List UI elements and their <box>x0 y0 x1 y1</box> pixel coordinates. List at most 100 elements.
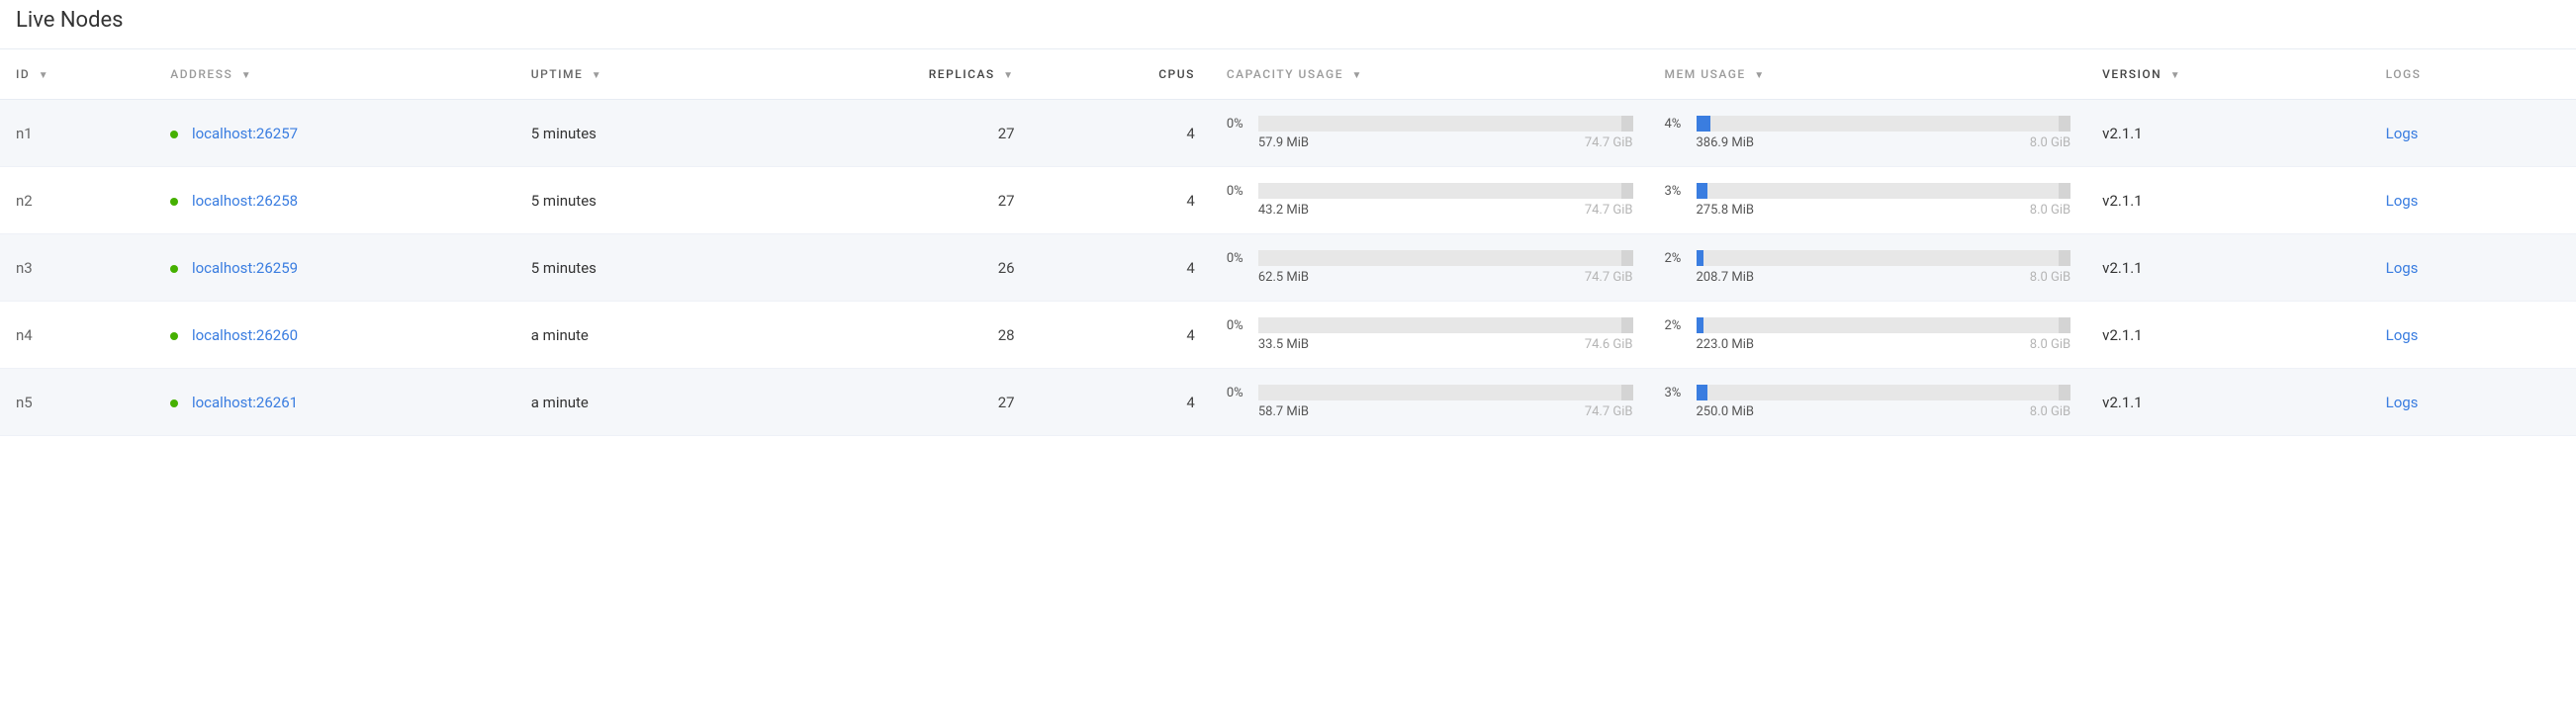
col-header-uptime[interactable]: UPTIME ▼ <box>515 49 773 100</box>
cell-version: v2.1.1 <box>2086 234 2369 302</box>
status-dot-icon <box>170 399 178 407</box>
cell-address: localhost:26257 <box>154 100 515 167</box>
cell-version: v2.1.1 <box>2086 369 2369 436</box>
col-header-replicas[interactable]: REPLICAS ▼ <box>773 49 1030 100</box>
cell-version: v2.1.1 <box>2086 302 2369 369</box>
col-header-logs-label: LOGS <box>2386 67 2422 81</box>
cell-uptime: 5 minutes <box>515 234 773 302</box>
capacity-pct: 0% <box>1227 184 1258 199</box>
cell-replicas: 27 <box>773 100 1030 167</box>
mem-total: 8.0 GiB <box>2030 404 2070 419</box>
table-row: n4 localhost:26260 a minute 28 4 0% 33.5… <box>0 302 2576 369</box>
cell-cpus: 4 <box>1031 369 1211 436</box>
mem-bar-fill <box>1697 317 1703 333</box>
mem-bar-fill <box>1697 250 1703 266</box>
address-link[interactable]: localhost:26261 <box>192 394 298 411</box>
capacity-pct: 0% <box>1227 318 1258 333</box>
cell-id: n2 <box>0 167 154 234</box>
col-header-id[interactable]: ID ▼ <box>0 49 154 100</box>
table-row: n2 localhost:26258 5 minutes 27 4 0% 43.… <box>0 167 2576 234</box>
cell-logs: Logs <box>2370 369 2576 436</box>
mem-bar-track <box>1697 183 2071 199</box>
cell-address: localhost:26261 <box>154 369 515 436</box>
cell-logs: Logs <box>2370 234 2576 302</box>
mem-total: 8.0 GiB <box>2030 135 2070 150</box>
mem-bar-fill <box>1697 116 1711 132</box>
cell-mem: 3% 275.8 MiB 8.0 GiB <box>1649 167 2087 234</box>
sort-arrow-icon: ▼ <box>2170 70 2181 81</box>
mem-bar-track <box>1697 116 2071 132</box>
cell-capacity: 0% 58.7 MiB 74.7 GiB <box>1211 369 1649 436</box>
mem-bar: 3% 275.8 MiB 8.0 GiB <box>1665 183 2071 218</box>
page-title: Live Nodes <box>0 0 2576 48</box>
table-header-row: ID ▼ ADDRESS ▼ UPTIME ▼ REPLICAS ▼ CPUS … <box>0 49 2576 100</box>
cell-mem: 2% 223.0 MiB 8.0 GiB <box>1649 302 2087 369</box>
logs-link[interactable]: Logs <box>2386 192 2419 210</box>
mem-used: 386.9 MiB <box>1697 135 1755 150</box>
cell-version: v2.1.1 <box>2086 100 2369 167</box>
col-header-version[interactable]: VERSION ▼ <box>2086 49 2369 100</box>
sort-arrow-icon: ▼ <box>241 70 252 81</box>
logs-link[interactable]: Logs <box>2386 125 2419 142</box>
address-link[interactable]: localhost:26259 <box>192 259 298 277</box>
table-row: n3 localhost:26259 5 minutes 26 4 0% 62.… <box>0 234 2576 302</box>
cell-address: localhost:26260 <box>154 302 515 369</box>
col-header-replicas-label: REPLICAS <box>929 67 995 81</box>
mem-used: 208.7 MiB <box>1697 270 1755 285</box>
col-header-address-label: ADDRESS <box>170 67 232 81</box>
capacity-bar: 0% 62.5 MiB 74.7 GiB <box>1227 250 1633 285</box>
mem-bar-track <box>1697 250 2071 266</box>
mem-bar: 2% 208.7 MiB 8.0 GiB <box>1665 250 2071 285</box>
mem-bar-track <box>1697 317 2071 333</box>
address-link[interactable]: localhost:26258 <box>192 192 298 210</box>
mem-bar-track <box>1697 385 2071 400</box>
col-header-cpus-label: CPUS <box>1158 67 1195 81</box>
sort-arrow-icon: ▼ <box>39 70 49 81</box>
cell-address: localhost:26259 <box>154 234 515 302</box>
capacity-pct: 0% <box>1227 251 1258 266</box>
logs-link[interactable]: Logs <box>2386 394 2419 411</box>
cell-capacity: 0% 57.9 MiB 74.7 GiB <box>1211 100 1649 167</box>
cell-logs: Logs <box>2370 302 2576 369</box>
cell-mem: 4% 386.9 MiB 8.0 GiB <box>1649 100 2087 167</box>
capacity-used: 43.2 MiB <box>1258 203 1309 218</box>
capacity-bar-track <box>1258 385 1633 400</box>
mem-bar: 2% 223.0 MiB 8.0 GiB <box>1665 317 2071 352</box>
col-header-id-label: ID <box>16 67 30 81</box>
address-link[interactable]: localhost:26257 <box>192 125 298 142</box>
capacity-bar-track <box>1258 317 1633 333</box>
col-header-address[interactable]: ADDRESS ▼ <box>154 49 515 100</box>
cell-capacity: 0% 62.5 MiB 74.7 GiB <box>1211 234 1649 302</box>
capacity-used: 62.5 MiB <box>1258 270 1309 285</box>
cell-cpus: 4 <box>1031 167 1211 234</box>
capacity-total: 74.7 GiB <box>1585 404 1633 419</box>
address-link[interactable]: localhost:26260 <box>192 326 298 344</box>
col-header-mem[interactable]: MEM USAGE ▼ <box>1649 49 2087 100</box>
col-header-capacity[interactable]: CAPACITY USAGE ▼ <box>1211 49 1649 100</box>
cell-id: n5 <box>0 369 154 436</box>
cell-address: localhost:26258 <box>154 167 515 234</box>
mem-pct: 2% <box>1665 251 1697 266</box>
cell-replicas: 27 <box>773 167 1030 234</box>
mem-pct: 3% <box>1665 386 1697 400</box>
capacity-bar: 0% 33.5 MiB 74.6 GiB <box>1227 317 1633 352</box>
cell-id: n3 <box>0 234 154 302</box>
table-row: n1 localhost:26257 5 minutes 27 4 0% 57.… <box>0 100 2576 167</box>
capacity-used: 57.9 MiB <box>1258 135 1309 150</box>
col-header-cpus[interactable]: CPUS <box>1031 49 1211 100</box>
mem-pct: 3% <box>1665 184 1697 199</box>
capacity-total: 74.6 GiB <box>1585 337 1633 352</box>
cell-capacity: 0% 33.5 MiB 74.6 GiB <box>1211 302 1649 369</box>
mem-total: 8.0 GiB <box>2030 270 2070 285</box>
mem-used: 275.8 MiB <box>1697 203 1755 218</box>
mem-pct: 4% <box>1665 117 1697 132</box>
logs-link[interactable]: Logs <box>2386 259 2419 277</box>
cell-uptime: a minute <box>515 369 773 436</box>
cell-replicas: 28 <box>773 302 1030 369</box>
cell-logs: Logs <box>2370 167 2576 234</box>
mem-pct: 2% <box>1665 318 1697 333</box>
mem-total: 8.0 GiB <box>2030 203 2070 218</box>
cell-capacity: 0% 43.2 MiB 74.7 GiB <box>1211 167 1649 234</box>
mem-used: 250.0 MiB <box>1697 404 1755 419</box>
logs-link[interactable]: Logs <box>2386 326 2419 344</box>
